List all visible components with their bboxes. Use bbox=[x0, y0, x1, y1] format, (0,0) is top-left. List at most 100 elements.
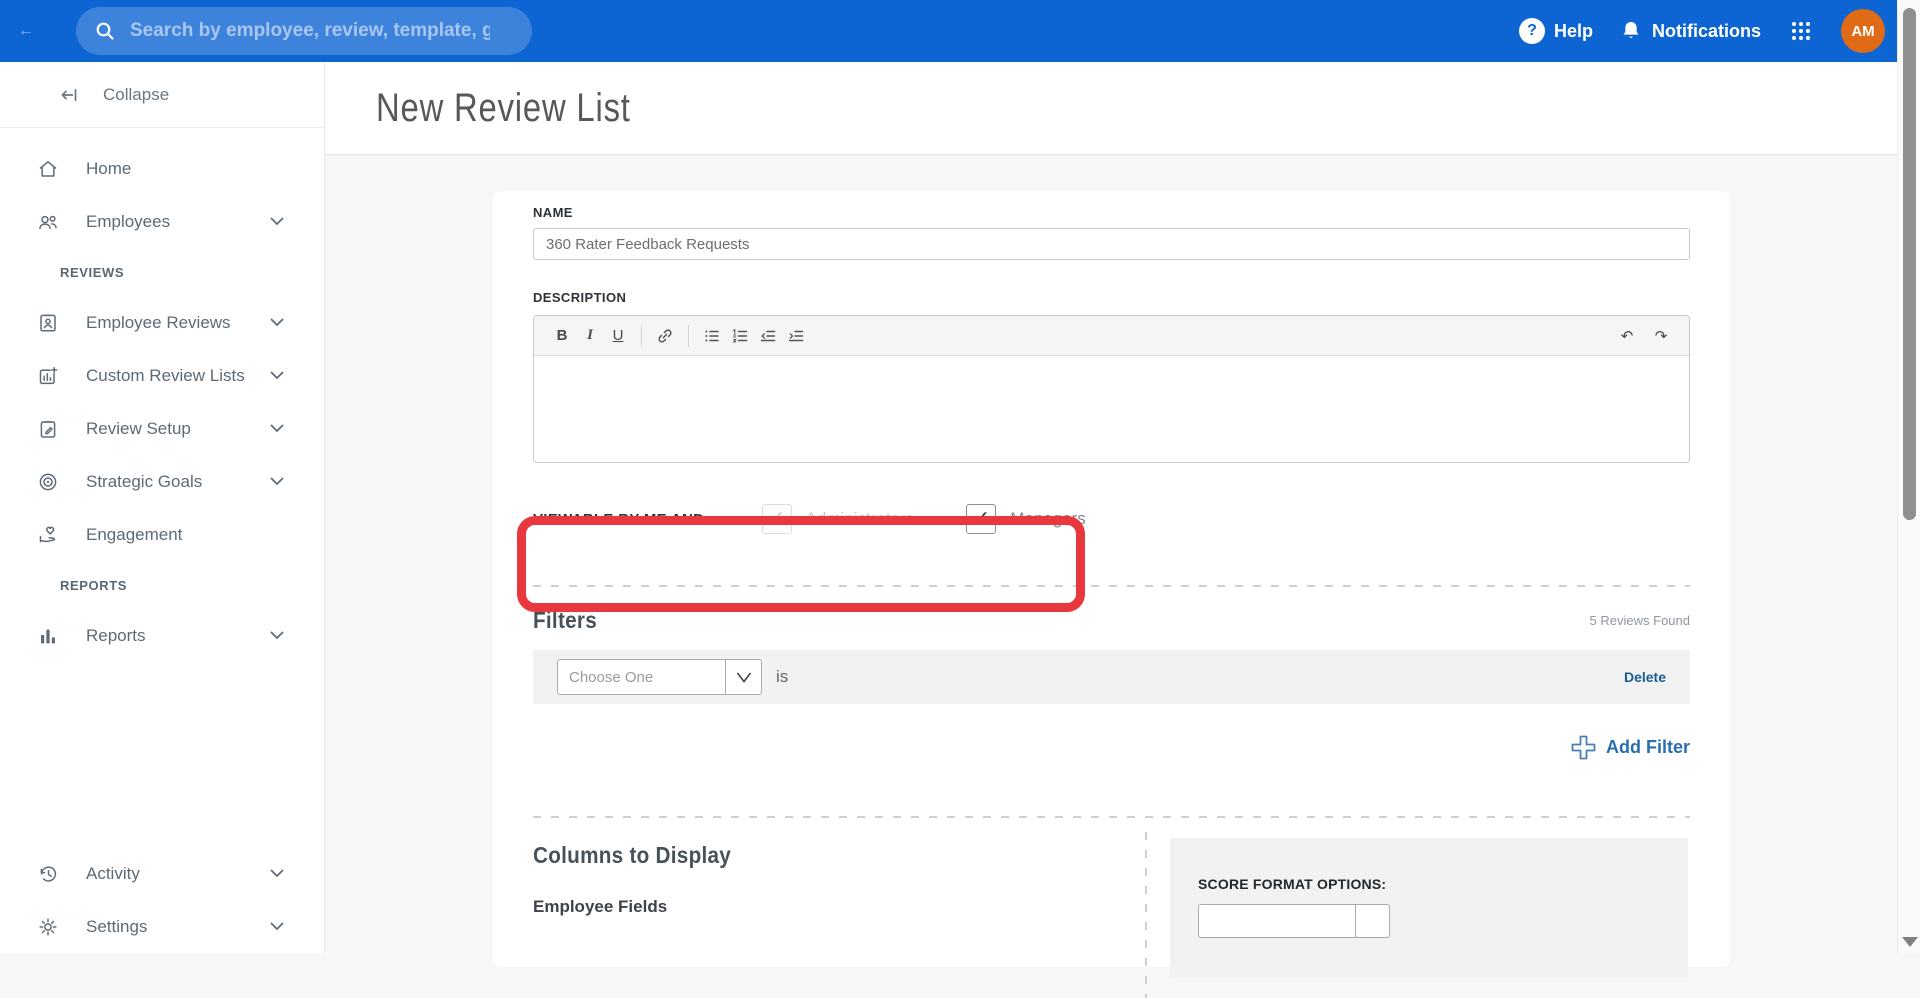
back-arrow-icon[interactable]: ← bbox=[18, 22, 36, 40]
chevron-down-icon bbox=[270, 371, 284, 380]
help-button[interactable]: ? Help bbox=[1519, 18, 1593, 44]
numbered-list-icon[interactable] bbox=[726, 322, 754, 350]
section-divider bbox=[533, 585, 1690, 587]
filter-row: Choose One is Delete bbox=[533, 650, 1690, 704]
managers-checkbox[interactable]: ✓ bbox=[966, 504, 996, 534]
top-bar: ← ? Help Notifications AM bbox=[0, 0, 1897, 62]
bullet-list-icon[interactable] bbox=[698, 322, 726, 350]
filter-operator: is bbox=[776, 667, 788, 687]
delete-filter-button[interactable]: Delete bbox=[1624, 669, 1666, 685]
score-format-panel: SCORE FORMAT OPTIONS: bbox=[1170, 838, 1688, 978]
filters-header-row: Filters 5 Reviews Found bbox=[533, 607, 1690, 634]
chevron-down-icon bbox=[270, 477, 284, 486]
history-clock-icon bbox=[37, 863, 59, 885]
chart-plus-icon bbox=[37, 365, 59, 387]
chevron-down-icon bbox=[270, 318, 284, 327]
administrators-checkbox[interactable]: ✓ bbox=[762, 504, 792, 534]
vertical-scrollbar[interactable] bbox=[1897, 0, 1920, 953]
administrators-checkbox-group: ✓ Administrators bbox=[762, 504, 915, 534]
description-editor: B I U bbox=[533, 315, 1690, 463]
sidebar: Collapse Home Employees REVIEWS Employee… bbox=[0, 62, 325, 953]
sidebar-item-employee-reviews[interactable]: Employee Reviews bbox=[0, 296, 324, 349]
home-icon bbox=[37, 158, 59, 180]
global-search[interactable] bbox=[76, 7, 532, 55]
section-divider bbox=[533, 816, 1690, 818]
people-icon bbox=[37, 211, 59, 233]
scrollbar-down-arrow[interactable] bbox=[1902, 937, 1918, 947]
sidebar-collapse-button[interactable]: Collapse bbox=[0, 62, 324, 128]
notifications-button[interactable]: Notifications bbox=[1619, 19, 1761, 43]
indent-icon[interactable] bbox=[782, 322, 810, 350]
sidebar-item-reports[interactable]: Reports bbox=[0, 609, 324, 662]
sidebar-item-home[interactable]: Home bbox=[0, 142, 324, 195]
viewable-by-row: VIEWABLE BY ME AND: ✓ Administrators ✓ M… bbox=[533, 491, 1690, 547]
bar-chart-icon bbox=[37, 625, 59, 647]
badge-icon bbox=[37, 312, 59, 334]
name-label: NAME bbox=[533, 205, 1690, 220]
sidebar-section-reports: REPORTS bbox=[0, 561, 324, 609]
columns-section: Columns to Display Employee Fields SCORE… bbox=[533, 838, 1690, 978]
sidebar-item-settings[interactable]: Settings bbox=[0, 900, 324, 953]
review-list-form-card: NAME DESCRIPTION B I U bbox=[493, 191, 1730, 967]
sidebar-item-strategic-goals[interactable]: Strategic Goals bbox=[0, 455, 324, 508]
page-title: New Review List bbox=[376, 86, 631, 131]
search-input[interactable] bbox=[130, 20, 490, 42]
scrollbar-thumb[interactable] bbox=[1903, 8, 1916, 520]
help-icon: ? bbox=[1519, 18, 1545, 44]
select-chevron-icon bbox=[1355, 905, 1389, 937]
chevron-down-icon bbox=[270, 424, 284, 433]
search-icon bbox=[94, 20, 116, 42]
score-format-select[interactable] bbox=[1198, 904, 1390, 938]
redo-icon[interactable]: ↷ bbox=[1647, 322, 1675, 350]
sidebar-item-activity[interactable]: Activity bbox=[0, 847, 324, 900]
add-filter-button[interactable]: Add Filter bbox=[1606, 737, 1690, 758]
italic-button[interactable]: I bbox=[576, 322, 604, 350]
managers-checkbox-group: ✓ Managers bbox=[966, 504, 1086, 534]
filter-select-placeholder: Choose One bbox=[558, 660, 725, 694]
sidebar-nav: Home Employees REVIEWS Employee Reviews bbox=[0, 128, 324, 953]
sidebar-item-review-setup[interactable]: Review Setup bbox=[0, 402, 324, 455]
bell-icon bbox=[1619, 19, 1643, 43]
gear-icon bbox=[37, 916, 59, 938]
avatar[interactable]: AM bbox=[1841, 9, 1885, 53]
content-area: NAME DESCRIPTION B I U bbox=[325, 155, 1897, 953]
sidebar-item-employees[interactable]: Employees bbox=[0, 195, 324, 248]
main-area: New Review List NAME DESCRIPTION B I U bbox=[325, 62, 1897, 953]
bold-button[interactable]: B bbox=[548, 322, 576, 350]
page-header: New Review List bbox=[325, 62, 1897, 155]
toolbar-separator bbox=[688, 325, 689, 347]
undo-icon[interactable]: ↶ bbox=[1613, 322, 1641, 350]
description-input[interactable] bbox=[534, 356, 1689, 462]
chevron-down-icon bbox=[270, 631, 284, 640]
filter-field-select[interactable]: Choose One bbox=[557, 659, 762, 695]
target-icon bbox=[37, 471, 59, 493]
chevron-down-icon bbox=[270, 217, 284, 226]
apps-grid-icon[interactable] bbox=[1787, 17, 1815, 45]
chevron-down-icon bbox=[270, 869, 284, 878]
underline-button[interactable]: U bbox=[604, 322, 632, 350]
select-chevron-icon bbox=[725, 660, 761, 694]
columns-heading: Columns to Display bbox=[533, 842, 1084, 869]
sidebar-item-engagement[interactable]: Engagement bbox=[0, 508, 324, 561]
score-format-label: SCORE FORMAT OPTIONS: bbox=[1198, 876, 1660, 892]
chevron-down-icon bbox=[270, 922, 284, 931]
employee-fields-subheading: Employee Fields bbox=[533, 897, 1145, 917]
reviews-found-count: 5 Reviews Found bbox=[1590, 613, 1690, 628]
collapse-arrow-icon bbox=[59, 84, 81, 106]
viewable-by-label: VIEWABLE BY ME AND: bbox=[533, 511, 710, 528]
collapse-label: Collapse bbox=[103, 85, 169, 105]
editor-toolbar: B I U bbox=[534, 316, 1689, 356]
sidebar-item-custom-review-lists[interactable]: Custom Review Lists bbox=[0, 349, 324, 402]
add-filter-row: Add Filter bbox=[533, 732, 1690, 762]
description-label: DESCRIPTION bbox=[533, 290, 1690, 305]
name-input[interactable] bbox=[533, 228, 1690, 260]
columns-to-display-column: Columns to Display Employee Fields bbox=[533, 838, 1145, 978]
clipboard-pencil-icon bbox=[37, 418, 59, 440]
toolbar-separator bbox=[641, 325, 642, 347]
hand-heart-icon bbox=[37, 524, 59, 546]
outdent-icon[interactable] bbox=[754, 322, 782, 350]
help-label: Help bbox=[1554, 21, 1593, 42]
plus-icon[interactable] bbox=[1570, 734, 1597, 761]
sidebar-section-reviews: REVIEWS bbox=[0, 248, 324, 296]
link-icon[interactable] bbox=[651, 322, 679, 350]
